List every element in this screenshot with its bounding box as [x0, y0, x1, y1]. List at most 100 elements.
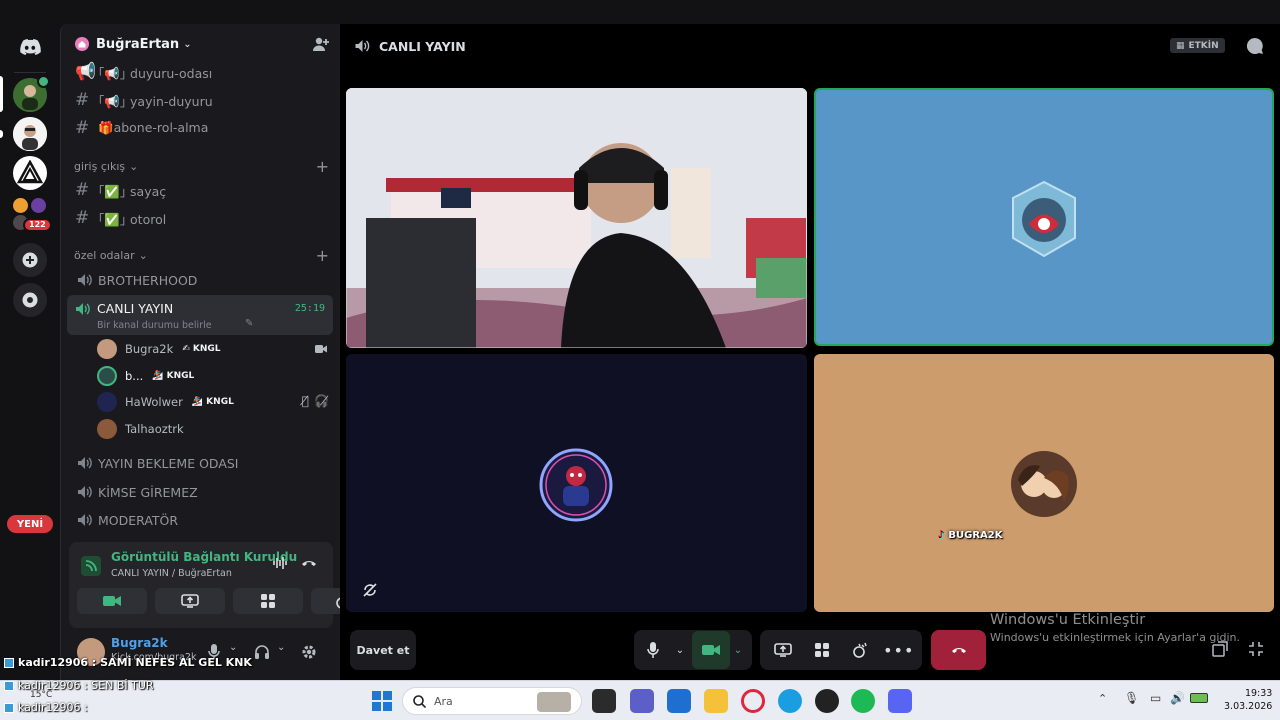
add-channel-icon[interactable]: +: [316, 157, 329, 176]
task-view-icon[interactable]: [592, 689, 616, 713]
battery-icon[interactable]: [1190, 693, 1208, 703]
call-area: CANLI YAYIN ▦ ETKİN ♪ BUGRA2K Davet et ⌄…: [340, 24, 1280, 680]
server-icon-3[interactable]: [13, 156, 47, 190]
activities-button[interactable]: [803, 631, 841, 669]
windows-start-icon[interactable]: [372, 691, 392, 711]
edge-icon[interactable]: [778, 689, 802, 713]
server-icon-bugra[interactable]: [13, 75, 50, 112]
microphone-button[interactable]: [634, 631, 672, 669]
call-header: CANLI YAYIN ▦ ETKİN: [340, 24, 1280, 68]
signal-icon[interactable]: [81, 556, 101, 576]
new-badge[interactable]: YENİ: [7, 515, 53, 533]
category-giris-cikis[interactable]: giriş çıkış ⌄ +: [74, 157, 329, 176]
channel-label: ｢📢｣ duyuru-odası: [98, 65, 213, 81]
add-channel-icon[interactable]: +: [316, 246, 329, 265]
guild-header[interactable]: BuğraErtan ⌄: [61, 24, 341, 64]
discord-taskbar-icon[interactable]: [888, 689, 912, 713]
activities-icon: [814, 643, 829, 657]
screen-share-button[interactable]: [764, 631, 802, 669]
invite-button[interactable]: Davet et: [350, 630, 416, 670]
server-folder[interactable]: 122: [13, 196, 52, 232]
voice-user-name: Talhaoztrk: [125, 422, 184, 436]
chat-bullet-icon: [4, 657, 14, 668]
category-ozel-odalar[interactable]: özel odalar ⌄ +: [74, 246, 329, 265]
channel-duyuru-odasi[interactable]: 📢 ｢📢｣ duyuru-odası: [67, 59, 333, 85]
file-explorer-icon[interactable]: [704, 689, 728, 713]
activity-badge[interactable]: ▦ ETKİN: [1170, 38, 1225, 53]
teams-icon[interactable]: [630, 689, 654, 713]
add-server-button[interactable]: [13, 243, 47, 277]
obs-icon[interactable]: [815, 689, 839, 713]
video-tile-speaking[interactable]: [814, 88, 1274, 346]
video-tile-tan[interactable]: ♪ BUGRA2K: [814, 354, 1274, 612]
discover-button[interactable]: [13, 283, 47, 317]
chat-bubble-icon[interactable]: [1246, 37, 1264, 55]
screen-share-button[interactable]: [155, 588, 225, 614]
voice-user-bugra2k[interactable]: Bugra2k ✍ KNGL: [97, 337, 333, 361]
chevron-down-icon[interactable]: ⌄: [277, 642, 285, 653]
speaker-icon: [78, 457, 92, 469]
headphones-icon[interactable]: [254, 644, 270, 659]
discord-home-button[interactable]: [13, 30, 47, 64]
hash-icon: #: [75, 208, 90, 228]
chevron-down-icon[interactable]: ⌄: [229, 642, 237, 653]
voice-user-b[interactable]: b... 🏂 KNGL: [97, 364, 333, 388]
voice-channel-brotherhood[interactable]: BROTHERHOOD: [67, 267, 333, 293]
voice-user-talhaoztrk[interactable]: Talhaoztrk: [97, 417, 333, 441]
channel-otorol[interactable]: # ｢✅｣ otorol: [67, 205, 333, 231]
tiktok-label: BUGRA2K: [948, 530, 1003, 541]
avatar: [1011, 451, 1077, 517]
invite-people-icon[interactable]: [313, 37, 329, 52]
channel-abone-rol-alma[interactable]: # 🎁abone-rol-alma: [67, 115, 333, 141]
voice-channel-canli-yayin[interactable]: CANLI YAYIN 25:19 Bir kanal durumu belir…: [67, 295, 333, 335]
gear-icon[interactable]: [301, 644, 317, 660]
chat-bullet-icon: [4, 680, 14, 691]
leave-call-button[interactable]: [931, 630, 986, 670]
channel-label: YAYIN BEKLEME ODASI: [98, 455, 239, 471]
chat-overlay-text: kadir12906 :: [18, 701, 88, 714]
windows-activation-watermark: Windows'u Etkinleştir Windows'u etkinleş…: [990, 612, 1240, 644]
voice-channel-kimse-giremez[interactable]: KİMSE GİREMEZ: [67, 479, 333, 505]
network-icon[interactable]: ▭: [1150, 691, 1161, 705]
channel-label: ｢✅｣ sayaç: [98, 183, 167, 199]
opera-icon[interactable]: [741, 689, 765, 713]
channel-yayin-duyuru[interactable]: # ｢📢｣ yayin-duyuru: [67, 87, 333, 113]
soundboard-icon: [853, 642, 867, 658]
fullscreen-exit-icon[interactable]: [1248, 641, 1264, 657]
category-label: özel odalar: [74, 248, 135, 262]
soundboard-button[interactable]: [841, 631, 879, 669]
video-tile-webcam[interactable]: [346, 88, 807, 348]
camera-toggle-button[interactable]: [692, 631, 730, 669]
noise-suppression-icon[interactable]: [272, 556, 288, 570]
server-avatar-icon: [13, 117, 47, 151]
microphone-tray-icon[interactable]: 🎙: [1124, 691, 1139, 705]
voice-location-text[interactable]: CANLI YAYIN / BuğraErtan: [111, 568, 232, 579]
voice-user-hawolwer[interactable]: HaWolwer 🏂 KNGL 🎙̸ 🎧̸: [97, 390, 333, 414]
server-icon-2[interactable]: [13, 117, 47, 151]
voice-status-text[interactable]: Görüntülü Bağlantı Kuruldu: [111, 550, 297, 564]
taskbar-search[interactable]: Ara: [402, 687, 582, 715]
username[interactable]: Bugra2k: [111, 636, 168, 650]
channel-status-hint[interactable]: Bir kanal durumu belirle: [97, 320, 212, 331]
camera-options-button[interactable]: ⌄: [730, 631, 746, 669]
more-options-button[interactable]: •••: [880, 631, 918, 669]
chevron-up-icon[interactable]: ⌃: [1098, 692, 1107, 705]
chat-overlay-line: kadir12906 : SAMİ NEFES AL GEL KNK: [4, 656, 252, 669]
volume-icon[interactable]: 🔊: [1170, 691, 1185, 705]
store-icon[interactable]: [667, 689, 691, 713]
channel-label: CANLI YAYIN: [97, 301, 174, 316]
voice-channel-moderator[interactable]: MODERATÖR: [67, 507, 333, 533]
camera-button[interactable]: [77, 588, 147, 614]
triangle-logo-icon: [17, 160, 43, 184]
channel-sayac[interactable]: # ｢✅｣ sayaç: [67, 177, 333, 203]
search-placeholder: Ara: [434, 694, 453, 708]
speaker-icon: [78, 486, 92, 498]
mic-options-button[interactable]: ⌄: [672, 631, 688, 669]
disconnect-phone-icon[interactable]: [301, 558, 317, 568]
taskbar-clock[interactable]: 19:33 3.03.2026: [1224, 687, 1272, 713]
voice-channel-yayin-bekleme[interactable]: YAYIN BEKLEME ODASI: [67, 450, 333, 476]
activity-controls: •••: [760, 630, 922, 670]
activities-button[interactable]: [233, 588, 303, 614]
spotify-icon[interactable]: [851, 689, 875, 713]
video-tile-dark[interactable]: [346, 354, 807, 612]
